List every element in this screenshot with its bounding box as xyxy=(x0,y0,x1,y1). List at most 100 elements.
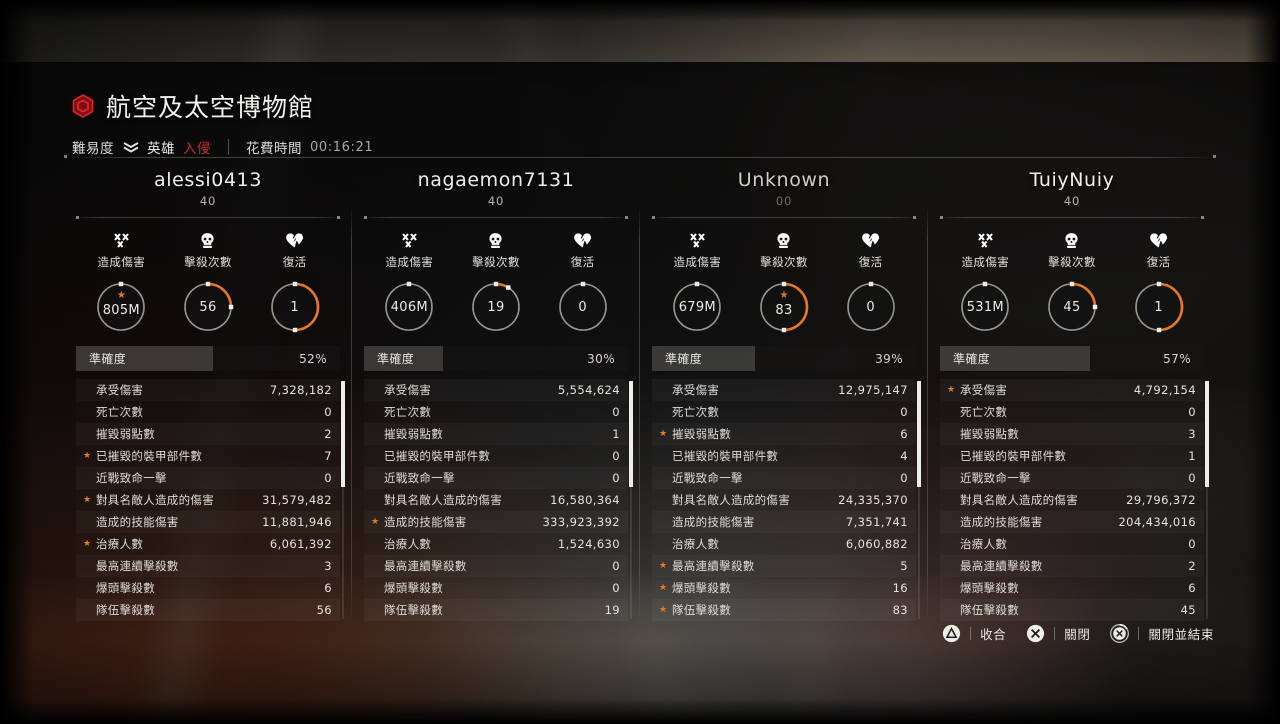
stat-row: 造成的技能傷害 11,881,946 xyxy=(76,511,340,533)
ring-header-label: 復活 xyxy=(858,255,883,269)
stat-label: 摧毀弱點數 xyxy=(384,427,443,441)
stat-value: 5,554,624 xyxy=(557,383,620,397)
ring-header-label: 擊殺次數 xyxy=(760,255,808,269)
stat-value: 16 xyxy=(892,581,908,595)
triangle-button-icon[interactable] xyxy=(942,624,961,643)
stat-list: 承受傷害 12,975,147 死亡次數 0 ★ 摧毀弱點數 6 已摧毀的裝甲部件數 4 近戰致命… xyxy=(652,379,921,621)
cross-hold-icon[interactable] xyxy=(1110,623,1130,643)
stat-value: 3 xyxy=(324,559,332,573)
player-name-divider xyxy=(940,215,1204,219)
stat-label: 已摧毀的裝甲部件數 xyxy=(96,449,203,463)
footer-button[interactable]: 關閉 xyxy=(1026,624,1090,643)
accuracy-value: 52% xyxy=(299,351,327,366)
broken-heart-icon xyxy=(541,231,625,249)
stat-row: 治療人數 1,524,630 xyxy=(364,533,628,555)
accuracy-label: 準確度 xyxy=(953,352,991,366)
stat-label: 最高連續擊殺數 xyxy=(384,559,467,573)
footer-button[interactable]: 收合 xyxy=(942,624,1006,643)
player-name: Unknown xyxy=(737,169,831,191)
player-name-divider xyxy=(652,215,916,219)
best-star-icon: ★ xyxy=(947,384,956,395)
player-column: alessi0413 40 造成傷害 擊殺次數 復活 ★ 805M 56 1 準確度 52% 承受傷害… xyxy=(64,163,352,623)
stat-row: 近戰致命一擊 0 xyxy=(76,467,340,489)
stat-row: ★ 隊伍擊殺數 83 xyxy=(652,599,916,621)
stat-scrollbar-thumb[interactable] xyxy=(917,381,921,488)
stat-value: 45 xyxy=(1180,603,1196,617)
stat-value: 1 xyxy=(612,427,620,441)
stat-scrollbar-thumb[interactable] xyxy=(1205,381,1209,488)
stat-label: 已摧毀的裝甲部件數 xyxy=(960,449,1067,463)
stat-value: 0 xyxy=(324,405,332,419)
stat-value: 1,524,630 xyxy=(557,537,620,551)
stat-value: 12,975,147 xyxy=(838,383,908,397)
stat-value: 0 xyxy=(612,559,620,573)
footer-button[interactable]: 關閉並結束 xyxy=(1110,623,1214,643)
ring-header-row: 造成傷害 擊殺次數 復活 xyxy=(936,231,1208,270)
ring-header-item: 造成傷害 xyxy=(79,231,163,270)
end-of-mission-summary-screen: 航空及太空博物館 難易度 英雄 入侵 花費時間 00:16:21 alessi0… xyxy=(0,0,1280,724)
stat-value: 7,351,741 xyxy=(845,515,908,529)
stat-row: 隊伍擊殺數 56 xyxy=(76,599,340,621)
ring-header-item: 擊殺次數 xyxy=(742,231,826,270)
player-column: TuiyNuiy 40 造成傷害 擊殺次數 復活 531M 45 1 準確度 57% ★ 承受傷害 4,… xyxy=(928,163,1216,623)
footer-button-divider xyxy=(1138,627,1140,640)
ring-value: 805M xyxy=(102,303,140,318)
stat-row: 最高連續擊殺數 2 xyxy=(940,555,1204,577)
ring-header-item: 復活 xyxy=(541,231,625,270)
ring-gauge: 0 xyxy=(556,280,610,334)
skull-icon xyxy=(454,231,538,249)
stat-label: 死亡次數 xyxy=(672,405,720,419)
stat-row: 近戰致命一擊 0 xyxy=(364,467,628,489)
stat-row: 摧毀弱點數 1 xyxy=(364,423,628,445)
stat-label: 死亡次數 xyxy=(960,405,1008,419)
best-star-icon: ★ xyxy=(659,428,668,439)
bottom-edge-fade xyxy=(0,698,1280,724)
mission-meta-row: 難易度 英雄 入侵 花費時間 00:16:21 xyxy=(72,137,373,157)
stat-label: 近戰致命一擊 xyxy=(960,471,1031,485)
broken-heart-icon xyxy=(253,231,337,249)
stat-value: 333,923,392 xyxy=(542,515,620,529)
stat-label: 摧毀弱點數 xyxy=(960,427,1019,441)
stat-row: ★ 造成的技能傷害 333,923,392 xyxy=(364,511,628,533)
stat-scrollbar-thumb[interactable] xyxy=(341,381,345,488)
player-name: TuiyNuiy xyxy=(1029,169,1115,191)
stat-value: 24,335,370 xyxy=(838,493,908,507)
ring-value: 0 xyxy=(866,299,875,315)
stat-label: 爆頭擊殺數 xyxy=(96,581,155,595)
ring-value: 1 xyxy=(290,299,299,315)
stat-label: 死亡次數 xyxy=(96,405,144,419)
footer-button-label[interactable]: 關閉 xyxy=(1064,624,1090,643)
stat-label: 治療人數 xyxy=(960,537,1008,551)
stat-label: 承受傷害 xyxy=(960,383,1008,397)
stat-value: 11,881,946 xyxy=(262,515,332,529)
stat-scrollbar-thumb[interactable] xyxy=(629,381,633,488)
stat-value: 29,796,372 xyxy=(1126,493,1196,507)
player-name: alessi0413 xyxy=(153,169,263,191)
player-level: 40 xyxy=(199,194,217,208)
stat-label: 爆頭擊殺數 xyxy=(672,581,731,595)
stat-value: 19 xyxy=(604,603,620,617)
stat-label: 近戰致命一擊 xyxy=(672,471,743,485)
stat-row: 爆頭擊殺數 0 xyxy=(364,577,628,599)
stat-list: 承受傷害 5,554,624 死亡次數 0 摧毀弱點數 1 已摧毀的裝甲部件數 0 近戰致命一擊… xyxy=(364,379,633,621)
stat-value: 4,792,154 xyxy=(1133,383,1196,397)
cross-button-icon[interactable] xyxy=(1026,624,1045,643)
stat-value: 56 xyxy=(316,603,332,617)
player-name-divider xyxy=(364,215,628,219)
accuracy-value: 30% xyxy=(587,351,615,366)
stat-row: ★ 承受傷害 4,792,154 xyxy=(940,379,1204,401)
player-level: 40 xyxy=(487,194,505,208)
stat-row: 摧毀弱點數 2 xyxy=(76,423,340,445)
stat-row: ★ 已摧毀的裝甲部件數 7 xyxy=(76,445,340,467)
footer-button-label[interactable]: 關閉並結束 xyxy=(1148,624,1214,643)
ring-header-row: 造成傷害 擊殺次數 復活 xyxy=(360,231,632,270)
stat-row: 爆頭擊殺數 6 xyxy=(940,577,1204,599)
stat-value: 6 xyxy=(1188,581,1196,595)
accuracy-label: 準確度 xyxy=(377,352,415,366)
time-label: 花費時間 xyxy=(246,141,302,157)
ring-value: 45 xyxy=(1063,299,1081,315)
player-column: Unknown 00 造成傷害 擊殺次數 復活 679M ★ 83 0 準確度 39% 承受傷害 12,… xyxy=(640,163,928,623)
stat-row: 死亡次數 0 xyxy=(76,401,340,423)
footer-button-label[interactable]: 收合 xyxy=(980,624,1006,643)
stat-row: 隊伍擊殺數 45 xyxy=(940,599,1204,621)
